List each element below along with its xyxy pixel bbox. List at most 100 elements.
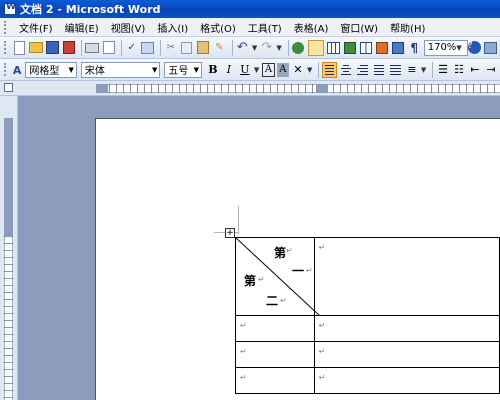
redo-button[interactable]: ↷ xyxy=(260,40,273,56)
table-cell[interactable]: ↵ xyxy=(313,315,500,342)
insert-excel-button[interactable] xyxy=(343,40,356,56)
menu-view[interactable]: 视图(V) xyxy=(105,20,152,35)
underline-dropdown-icon[interactable]: ▼ xyxy=(254,66,259,74)
bullets-button[interactable]: ☷ xyxy=(452,62,466,78)
folder-icon xyxy=(28,42,43,53)
align-left-button[interactable] xyxy=(322,61,337,78)
help-icon: ? xyxy=(467,41,481,54)
copy-button[interactable] xyxy=(180,40,193,56)
font-value: 宋体 xyxy=(84,66,105,77)
new-document-button[interactable] xyxy=(13,40,26,56)
show-hide-button[interactable]: ¶ xyxy=(408,40,421,56)
toolbar-grip[interactable] xyxy=(4,20,7,34)
font-select[interactable]: 宋体 ▼ xyxy=(80,61,161,78)
character-shading-button[interactable]: A xyxy=(276,62,289,77)
columns-button[interactable] xyxy=(359,40,372,56)
table-cell[interactable]: ↵ xyxy=(235,367,315,394)
menu-tools[interactable]: 工具(T) xyxy=(242,20,288,35)
menu-help[interactable]: 帮助(H) xyxy=(384,20,431,35)
paragraph-mark: ↵ xyxy=(318,373,326,382)
paragraph-mark: ↵ xyxy=(306,266,313,275)
research-button[interactable] xyxy=(141,40,155,56)
justify-button[interactable] xyxy=(372,62,386,78)
print-preview-button[interactable] xyxy=(102,40,115,56)
print-button[interactable] xyxy=(85,40,100,56)
horizontal-ruler[interactable] xyxy=(0,81,500,96)
margin-corner-mark xyxy=(238,206,239,234)
decrease-indent-button[interactable]: ⇤ xyxy=(468,62,482,78)
menu-file[interactable]: 文件(F) xyxy=(13,20,59,35)
toolbar-separator xyxy=(81,39,83,56)
chevron-down-icon: ▼ xyxy=(193,65,199,74)
bold-button[interactable]: B xyxy=(206,62,220,78)
menu-insert[interactable]: 插入(I) xyxy=(151,20,194,35)
menu-edit[interactable]: 编辑(E) xyxy=(59,20,105,35)
tab-selector[interactable] xyxy=(4,83,13,92)
column-marker[interactable] xyxy=(316,84,328,93)
line-spacing-button[interactable]: ≡ xyxy=(405,62,419,78)
paragraph-mark: ↵ xyxy=(280,296,287,305)
scaling-dropdown-icon[interactable]: ▼ xyxy=(307,66,312,74)
diagonal-header-cell[interactable]: 第 ↵ 一 ↵ 第 ↵ 二 ↵ xyxy=(235,237,320,316)
line-spacing-dropdown-icon[interactable]: ▼ xyxy=(421,66,426,74)
align-right-button[interactable] xyxy=(355,62,369,78)
ruler-ticks xyxy=(96,84,500,93)
permission-icon xyxy=(62,41,75,54)
table-cell[interactable]: ↵ xyxy=(313,367,500,394)
undo-button[interactable]: ↶ xyxy=(236,40,249,56)
distributed-button[interactable] xyxy=(388,62,402,78)
toolbar-grip[interactable] xyxy=(4,63,7,76)
menu-window[interactable]: 窗口(W) xyxy=(334,20,384,35)
toolbar-grip[interactable] xyxy=(4,41,7,54)
increase-indent-button[interactable]: ⇥ xyxy=(484,62,498,78)
styles-pane-icon[interactable]: A xyxy=(13,64,23,77)
table-row: ↵ ↵ xyxy=(235,367,500,394)
tables-borders-button[interactable] xyxy=(307,39,324,56)
underline-button[interactable]: U xyxy=(238,62,252,78)
table-cell[interactable]: ↵ xyxy=(313,341,500,368)
toolbar-separator xyxy=(160,39,162,56)
menu-bar: 文件(F) 编辑(E) 视图(V) 插入(I) 格式(O) 工具(T) 表格(A… xyxy=(0,18,500,37)
align-center-button[interactable] xyxy=(339,62,353,78)
paragraph-mark: ↵ xyxy=(286,246,293,255)
document-table[interactable]: 第 ↵ 一 ↵ 第 ↵ 二 ↵ ↵ ↵ ↵ ↵ ↵ ↵ ↵ xyxy=(235,237,500,394)
italic-button[interactable]: I xyxy=(222,62,236,78)
character-border-button[interactable]: A xyxy=(262,62,275,77)
help-button[interactable]: ? xyxy=(467,40,481,56)
table-cell[interactable]: ↵ xyxy=(235,341,315,368)
read-button[interactable] xyxy=(483,40,497,56)
word-app-icon xyxy=(4,2,16,15)
numbering-button[interactable]: ☰ xyxy=(436,62,450,78)
format-painter-button[interactable]: ✎ xyxy=(213,40,226,56)
table-cell[interactable]: ↵ xyxy=(313,237,500,316)
table-move-handle[interactable]: + xyxy=(225,228,235,238)
open-button[interactable] xyxy=(28,40,43,56)
chevron-down-icon: ▼ xyxy=(68,65,74,74)
spelling-button[interactable]: ✓ xyxy=(125,40,138,56)
redo-dropdown-icon[interactable]: ▼ xyxy=(276,44,281,52)
document-map-button[interactable] xyxy=(391,40,404,56)
table-row: ↵ ↵ xyxy=(235,315,500,342)
character-scaling-button[interactable]: ✕ xyxy=(291,62,305,78)
font-size-select[interactable]: 五号 ▼ xyxy=(164,61,202,78)
style-select[interactable]: 网格型 ▼ xyxy=(25,61,77,78)
hyperlink-icon xyxy=(292,41,305,54)
table-icon xyxy=(326,41,340,54)
save-button[interactable] xyxy=(46,40,60,56)
drawing-button[interactable] xyxy=(375,40,388,56)
top-margin-area xyxy=(4,118,13,236)
cut-button[interactable]: ✂ xyxy=(164,40,177,56)
paragraph-mark: ↵ xyxy=(318,347,326,356)
permission-button[interactable] xyxy=(62,40,75,56)
menu-format[interactable]: 格式(O) xyxy=(194,20,242,35)
hyperlink-button[interactable] xyxy=(292,40,305,56)
insert-table-button[interactable] xyxy=(326,40,340,56)
table-cell[interactable]: ↵ xyxy=(235,315,315,342)
menu-table[interactable]: 表格(A) xyxy=(288,20,335,35)
excel-sheet-icon xyxy=(343,41,356,54)
toolbar-separator xyxy=(318,61,320,78)
undo-dropdown-icon[interactable]: ▼ xyxy=(252,44,257,52)
paste-button[interactable] xyxy=(197,40,210,56)
vertical-ruler[interactable] xyxy=(0,96,18,400)
zoom-select[interactable]: 170% ▼ xyxy=(423,39,468,56)
